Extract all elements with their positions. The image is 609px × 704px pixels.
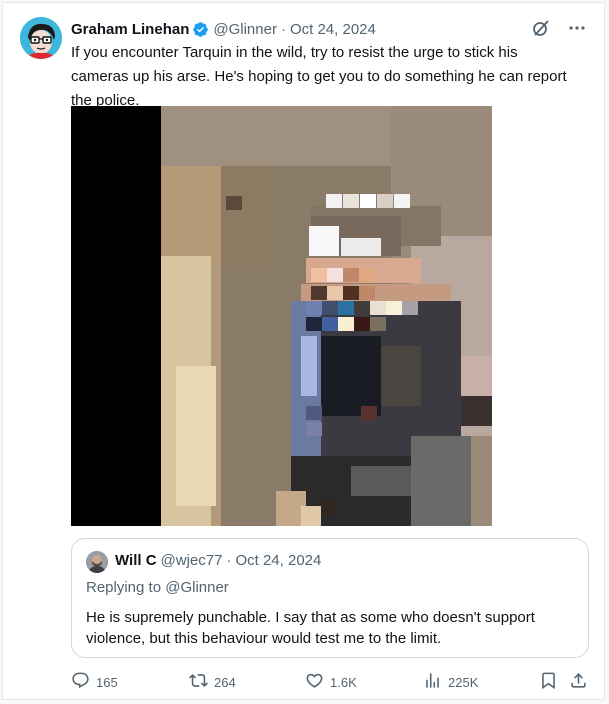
more-icon[interactable] <box>566 17 588 39</box>
views-button[interactable]: 225K <box>423 671 478 693</box>
reply-count: 165 <box>96 674 118 690</box>
author-handle[interactable]: @Glinner <box>213 21 277 38</box>
quoted-author-avatar[interactable] <box>86 551 108 573</box>
author-name[interactable]: Graham Linehan <box>71 21 189 38</box>
quoted-separator: · <box>226 552 232 569</box>
like-button[interactable]: 1.6K <box>305 671 357 693</box>
reply-button[interactable]: 165 <box>71 671 118 693</box>
bookmark-icon <box>539 671 558 693</box>
share-icon <box>569 671 588 693</box>
quoted-header: Will C @wjec77 · Oct 24, 2024 <box>115 552 321 569</box>
tweet-card[interactable]: Graham Linehan @Glinner · Oct 24, 2024 I… <box>2 2 605 700</box>
quoted-text: He is supremely punchable. I say that as… <box>86 609 535 647</box>
share-button[interactable] <box>569 671 588 693</box>
like-icon <box>305 671 324 693</box>
bookmark-button[interactable] <box>539 671 558 693</box>
action-bar: 165 264 1.6K 225K <box>71 671 591 693</box>
reply-icon <box>71 671 90 693</box>
replying-handle[interactable]: @Glinner <box>165 579 229 596</box>
views-icon <box>423 671 442 693</box>
replying-prefix: Replying to <box>86 579 166 596</box>
quoted-date[interactable]: Oct 24, 2024 <box>235 552 321 569</box>
author-avatar[interactable] <box>20 17 62 59</box>
tweet-media[interactable] <box>71 106 492 526</box>
replying-to: Replying to @Glinner <box>86 579 229 596</box>
repost-icon <box>189 671 208 693</box>
grok-icon[interactable] <box>530 17 552 39</box>
quoted-author-handle[interactable]: @wjec77 <box>161 552 223 569</box>
views-count: 225K <box>448 674 479 690</box>
verified-badge-icon <box>192 21 209 38</box>
quoted-tweet[interactable]: Will C @wjec77 · Oct 24, 2024 Replying t… <box>71 538 589 658</box>
like-count: 1.6K <box>330 674 357 690</box>
post-date[interactable]: Oct 24, 2024 <box>290 21 376 38</box>
tweet-text: If you encounter Tarquin in the wild, tr… <box>71 44 567 109</box>
separator: · <box>280 20 286 38</box>
tweet-header: Graham Linehan @Glinner · Oct 24, 2024 <box>71 18 376 40</box>
pixelated-photo <box>161 106 492 526</box>
quoted-author-name[interactable]: Will C <box>115 552 157 569</box>
repost-button[interactable]: 264 <box>189 671 236 693</box>
repost-count: 264 <box>214 674 236 690</box>
header-actions <box>530 17 588 39</box>
